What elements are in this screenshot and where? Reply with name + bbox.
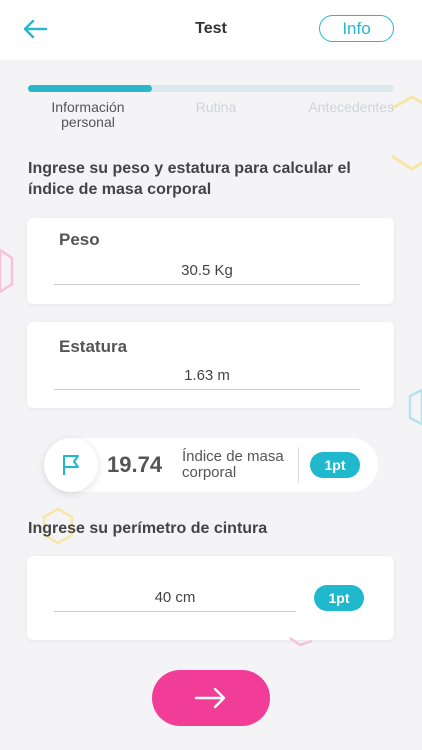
weight-label: Peso xyxy=(59,230,100,249)
weight-card: Peso 30.5 Kg xyxy=(27,218,394,304)
bmi-label: Índice de masa corporal xyxy=(182,448,284,481)
divider xyxy=(298,447,299,483)
bmi-value: 19.74 xyxy=(107,452,163,477)
bmi-prompt: Ingrese su peso y estatura para calcular… xyxy=(28,160,351,198)
decor-hexagon-blue-right xyxy=(408,388,422,426)
decor-hexagon-pink-bottom xyxy=(289,636,313,647)
waist-card: 40 cm 1pt xyxy=(27,556,394,640)
bmi-result-pill: 19.74 Índice de masa corporal 1pt xyxy=(44,438,378,492)
step-rutina[interactable]: Rutina xyxy=(176,100,256,140)
bmi-points-badge: 1pt xyxy=(310,452,360,478)
height-label: Estatura xyxy=(59,337,128,356)
next-button[interactable] xyxy=(152,670,270,726)
step-indicator: Información personal Rutina Antecedentes xyxy=(28,100,394,140)
weight-input[interactable]: 30.5 Kg xyxy=(54,258,360,285)
progress-bar xyxy=(28,85,394,92)
step-informacion-personal[interactable]: Información personal xyxy=(28,100,148,140)
step-antecedentes[interactable]: Antecedentes xyxy=(284,100,394,140)
waist-input[interactable]: 40 cm xyxy=(54,585,296,612)
decor-hexagon-pink-left xyxy=(0,248,14,294)
waist-prompt: Ingrese su perímetro de cintura xyxy=(28,520,268,537)
height-input[interactable]: 1.63 m xyxy=(54,363,360,390)
progress-bar-fill xyxy=(28,85,153,92)
flag-icon xyxy=(63,455,79,475)
flag-button[interactable] xyxy=(44,438,98,492)
waist-points-badge: 1pt xyxy=(314,585,364,611)
arrow-right-icon xyxy=(194,687,226,709)
height-card: Estatura 1.63 m xyxy=(27,322,394,408)
info-button[interactable]: Info xyxy=(319,15,394,42)
header: Test Info xyxy=(0,0,422,60)
